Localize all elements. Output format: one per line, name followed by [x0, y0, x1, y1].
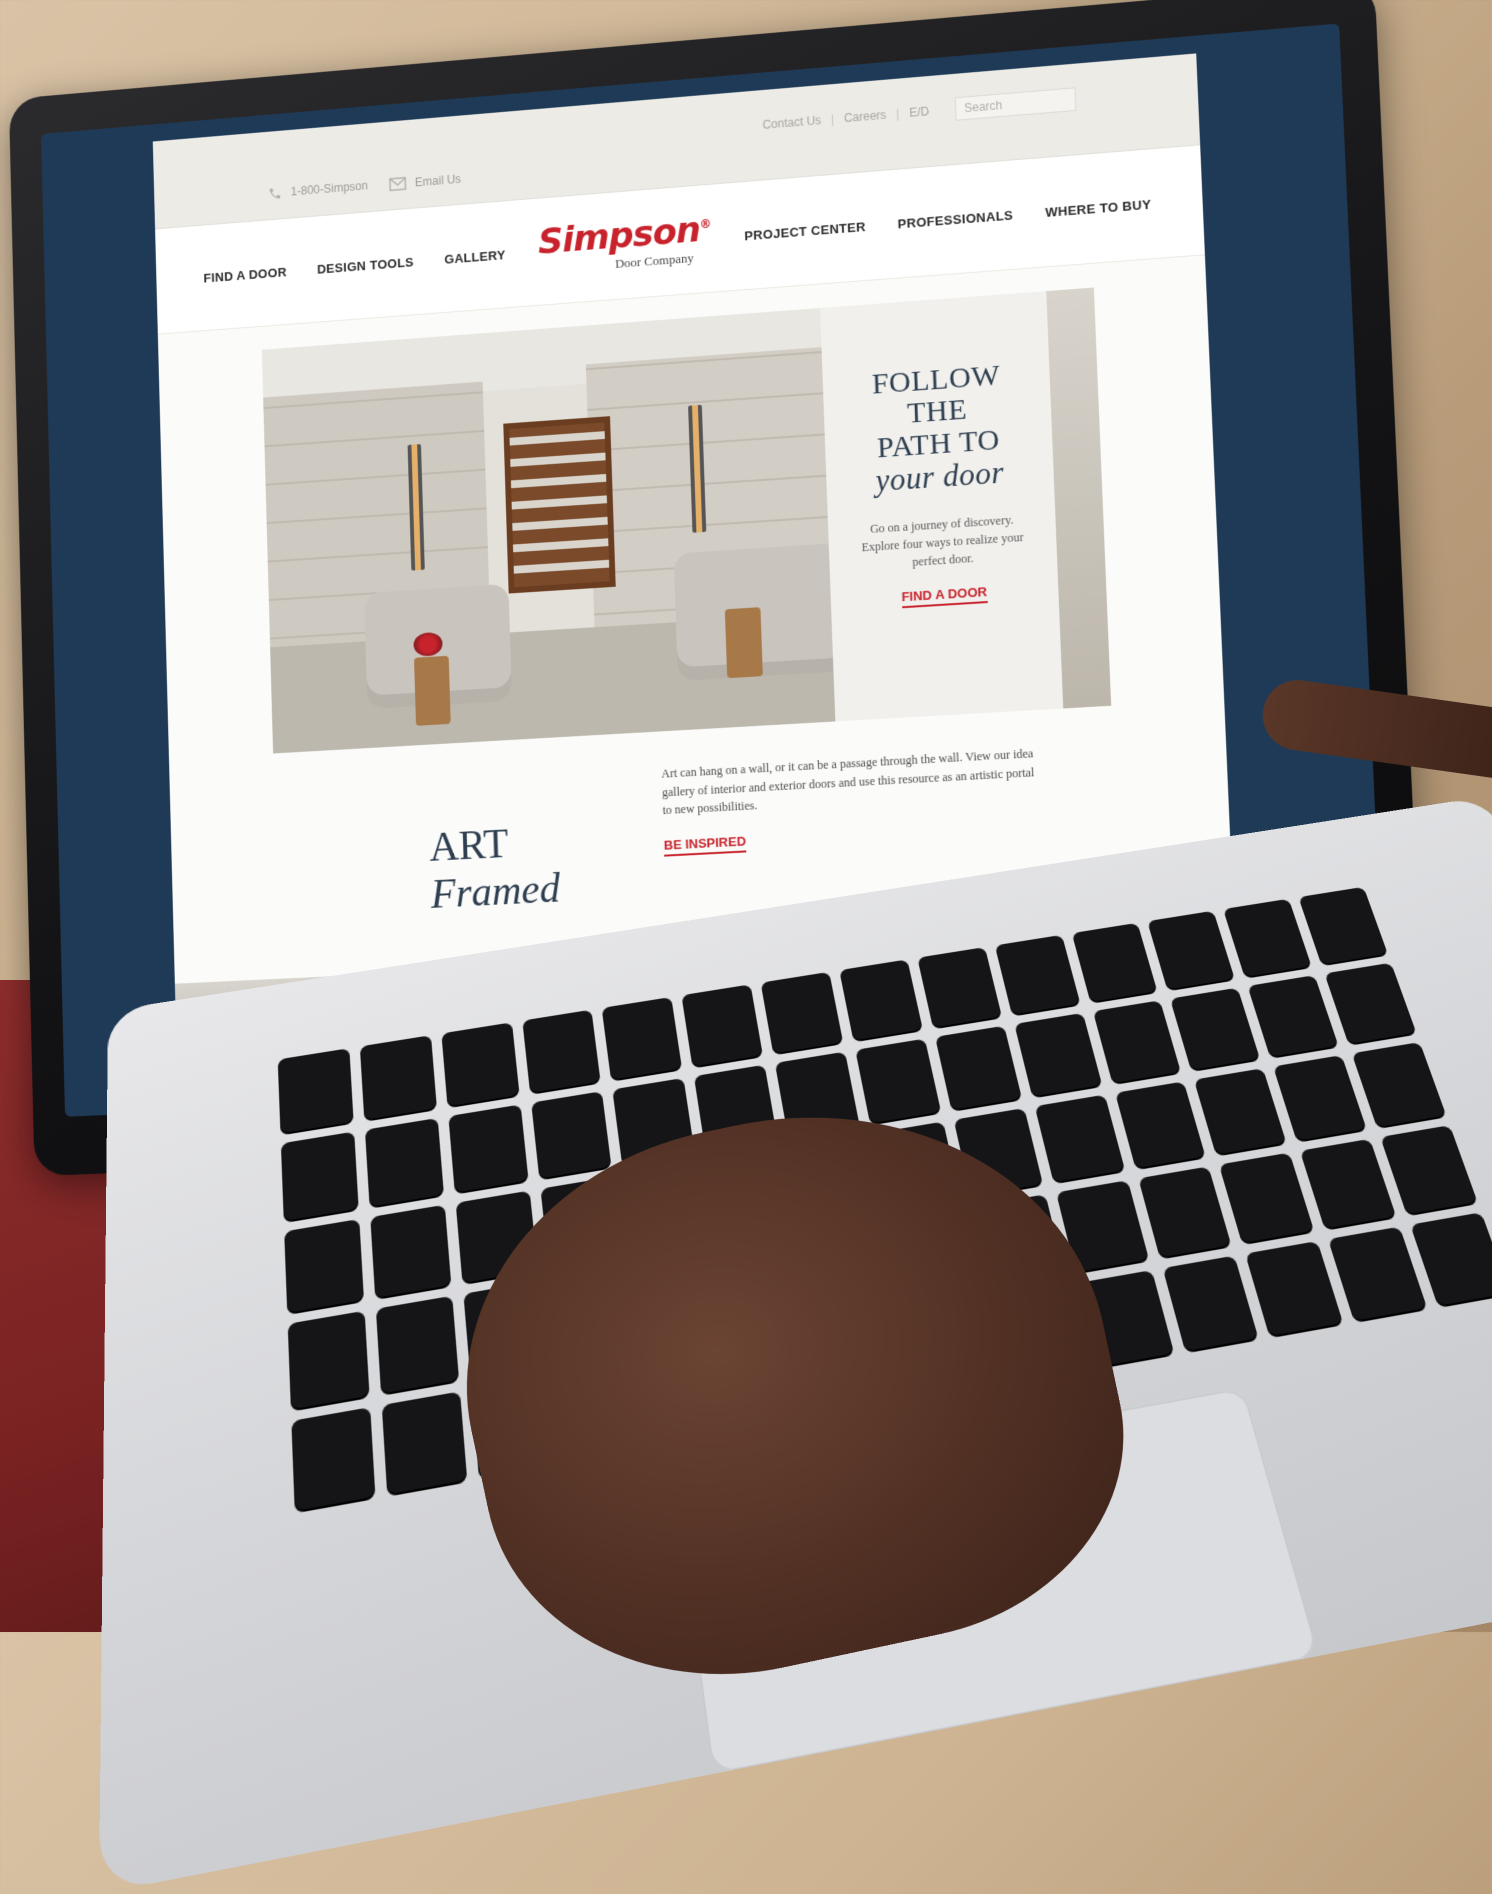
- key[interactable]: [994, 934, 1080, 1015]
- key[interactable]: [1328, 1226, 1428, 1321]
- key[interactable]: [681, 984, 763, 1067]
- hero-panel: FOLLOW THE PATH TO your door Go on a jou…: [819, 291, 1064, 722]
- divider: |: [830, 112, 835, 127]
- door-image: [503, 416, 616, 594]
- key[interactable]: [1380, 1125, 1478, 1215]
- key[interactable]: [1273, 1055, 1367, 1141]
- key[interactable]: [381, 1391, 467, 1495]
- phone-icon: [269, 187, 281, 200]
- key[interactable]: [1351, 1042, 1447, 1128]
- key[interactable]: [1114, 1081, 1206, 1169]
- side-table: [413, 655, 451, 726]
- key[interactable]: [287, 1310, 370, 1410]
- key[interactable]: [1071, 922, 1158, 1003]
- contact-us-link[interactable]: Contact Us: [762, 113, 821, 131]
- key[interactable]: [1170, 987, 1261, 1071]
- key[interactable]: [1300, 1138, 1397, 1229]
- key[interactable]: [291, 1407, 376, 1511]
- phone-link[interactable]: 1-800-Simpson: [267, 179, 368, 202]
- key[interactable]: [1247, 975, 1339, 1057]
- key[interactable]: [855, 1038, 941, 1124]
- simpson-logo[interactable]: Simpson® Door Company: [537, 210, 712, 278]
- key[interactable]: [1324, 962, 1417, 1044]
- key[interactable]: [1162, 1255, 1259, 1352]
- key[interactable]: [1194, 1068, 1287, 1155]
- key[interactable]: [359, 1035, 437, 1120]
- hero-photo: [261, 308, 836, 754]
- key[interactable]: [280, 1131, 359, 1222]
- utility-links: Contact Us | Careers | E/D Search: [762, 87, 1077, 136]
- nav-design-tools[interactable]: DESIGN TOOLS: [317, 254, 414, 276]
- find-a-door-button[interactable]: FIND A DOOR: [901, 583, 988, 608]
- nav-professionals[interactable]: PROFESSIONALS: [897, 207, 1013, 231]
- hero-copy: Go on a journey of discovery. Explore fo…: [861, 512, 1024, 569]
- divider: |: [895, 106, 900, 121]
- nav-gallery[interactable]: GALLERY: [444, 247, 506, 266]
- email-label: Email Us: [414, 171, 462, 189]
- be-inspired-button[interactable]: BE INSPIRED: [663, 833, 747, 857]
- nav-left: FIND A DOOR DESIGN TOOLS GALLERY: [203, 247, 505, 285]
- key[interactable]: [602, 996, 683, 1080]
- key[interactable]: [1245, 1240, 1344, 1336]
- key[interactable]: [934, 1025, 1022, 1110]
- art-title-accent: Framed: [430, 865, 561, 918]
- key[interactable]: [839, 959, 923, 1041]
- key[interactable]: [370, 1204, 451, 1298]
- email-link[interactable]: Email Us: [389, 172, 461, 192]
- search-input[interactable]: Search: [954, 87, 1077, 121]
- key[interactable]: [441, 1022, 520, 1107]
- key[interactable]: [1034, 1094, 1125, 1183]
- hero-section: FOLLOW THE PATH TO your door Go on a jou…: [261, 287, 1112, 754]
- hero-title: FOLLOW THE PATH TO your door: [846, 358, 1030, 499]
- nav-right: PROJECT CENTER PROFESSIONALS WHERE TO BU…: [744, 196, 1151, 243]
- key[interactable]: [1092, 1000, 1182, 1084]
- key[interactable]: [1219, 1152, 1315, 1244]
- language-link[interactable]: E/D: [909, 104, 929, 119]
- careers-link[interactable]: Careers: [844, 108, 887, 125]
- hero-title-line: FOLLOW: [871, 358, 1001, 401]
- key[interactable]: [448, 1104, 529, 1193]
- key[interactable]: [364, 1117, 444, 1207]
- key[interactable]: [1147, 910, 1235, 990]
- key[interactable]: [277, 1048, 354, 1134]
- key[interactable]: [375, 1295, 459, 1394]
- key[interactable]: [917, 947, 1002, 1028]
- mail-icon: [389, 177, 407, 192]
- key[interactable]: [1223, 898, 1312, 977]
- phone-label: 1-800-Simpson: [290, 178, 369, 199]
- key[interactable]: [530, 1091, 612, 1179]
- key[interactable]: [284, 1218, 364, 1313]
- key[interactable]: [1298, 886, 1388, 965]
- nav-project-center[interactable]: PROJECT CENTER: [744, 219, 866, 243]
- hero-title-line: THE: [906, 393, 968, 431]
- key[interactable]: [1410, 1212, 1492, 1306]
- art-copy: Art can hang on a wall, or it can be a p…: [661, 746, 1035, 818]
- key[interactable]: [1013, 1012, 1102, 1097]
- nav-where-to-buy[interactable]: WHERE TO BUY: [1045, 196, 1152, 219]
- art-title-word: ART: [428, 821, 509, 871]
- key[interactable]: [1137, 1166, 1232, 1258]
- art-framed-title: ART Framed: [274, 758, 646, 926]
- key[interactable]: [760, 971, 844, 1054]
- key[interactable]: [521, 1009, 601, 1094]
- contact-links: 1-800-Simpson Email Us: [267, 171, 461, 202]
- side-table: [724, 607, 763, 679]
- nav-find-a-door[interactable]: FIND A DOOR: [203, 264, 287, 285]
- art-body: Art can hang on a wall, or it can be a p…: [641, 736, 1045, 858]
